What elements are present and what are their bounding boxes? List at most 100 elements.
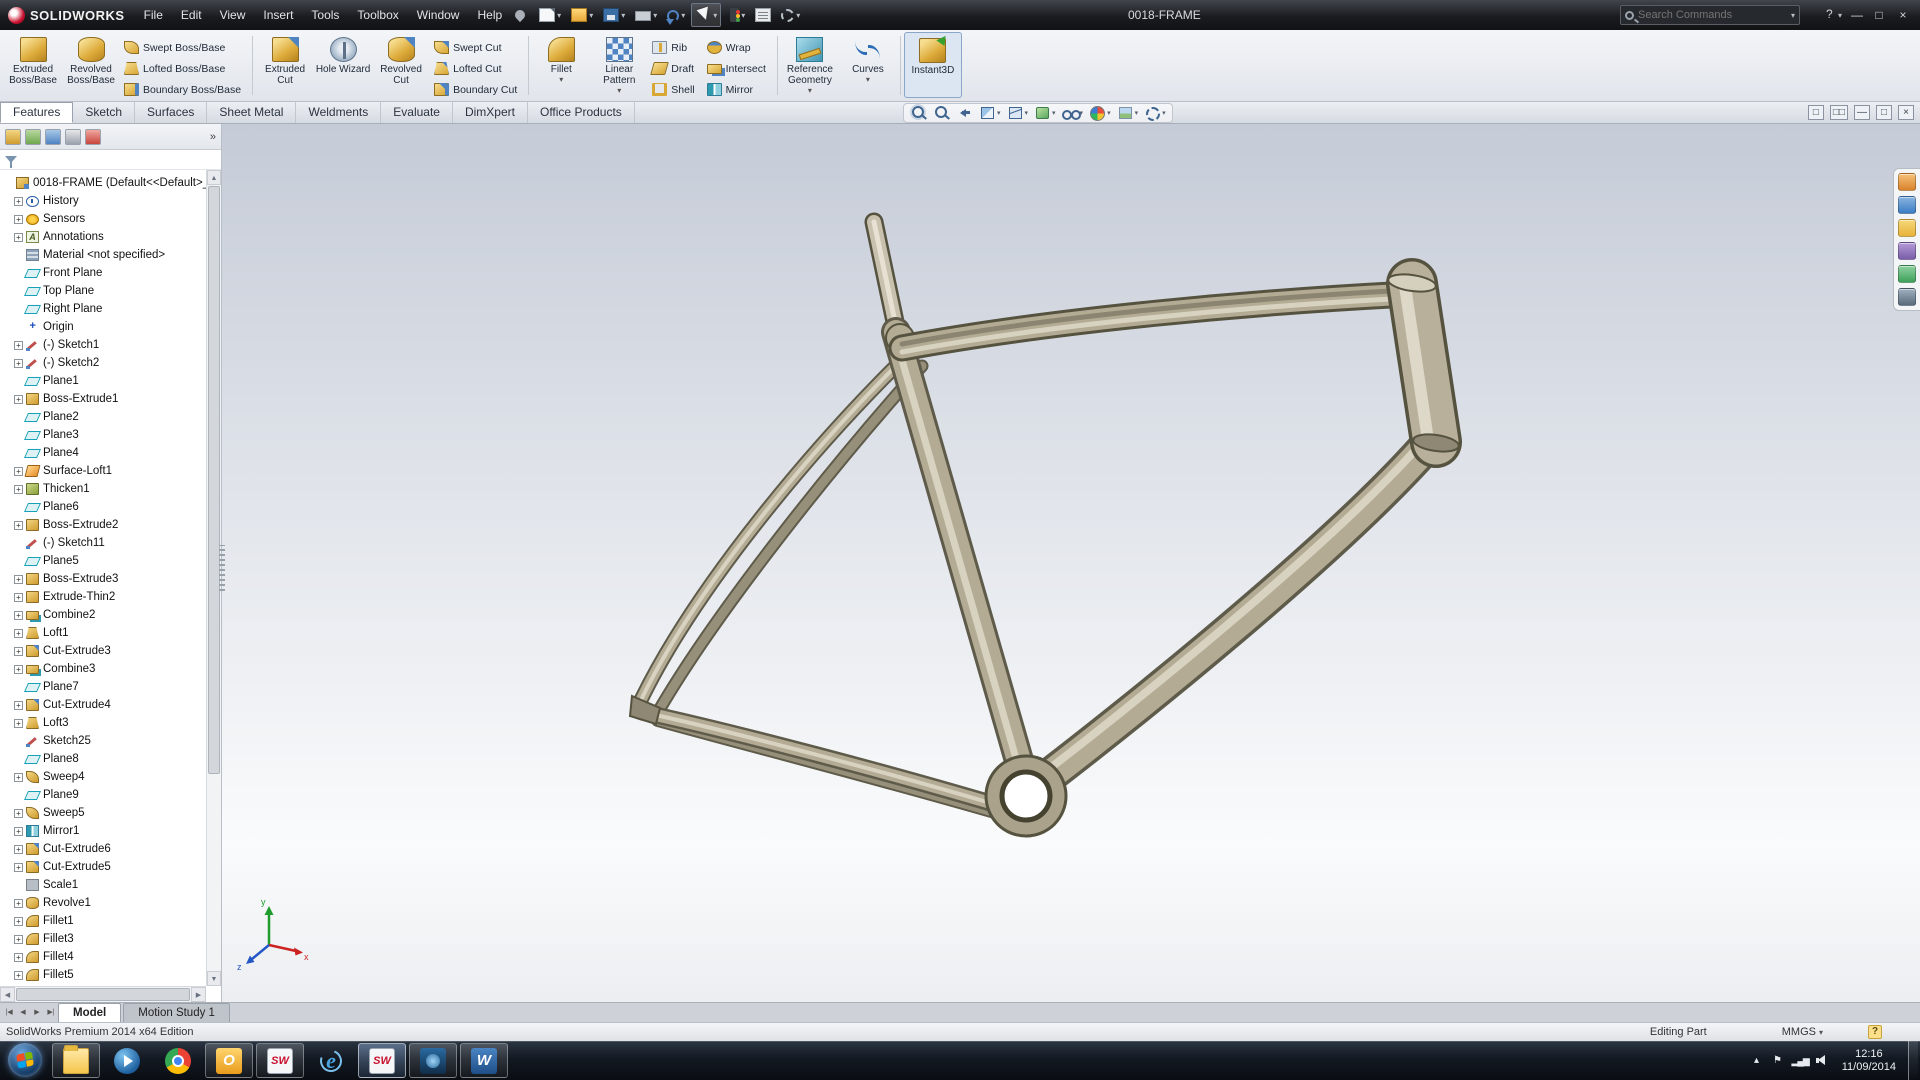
rebuild-button[interactable]: ▾ xyxy=(723,3,749,27)
expander-icon[interactable]: + xyxy=(14,215,23,224)
tree-item-boss-extrude1[interactable]: +Boss-Extrude1 xyxy=(0,390,206,408)
menu-help[interactable]: Help xyxy=(468,0,511,30)
model-tab-scroll-2[interactable]: ▶ xyxy=(30,1005,44,1021)
tree-item-history[interactable]: +History xyxy=(0,192,206,210)
doc-tile-button[interactable]: □□ xyxy=(1830,105,1848,120)
display-style-button[interactable]: ▾ xyxy=(1032,104,1058,122)
tree-item-sketch1[interactable]: +(-) Sketch1 xyxy=(0,336,206,354)
scrollbar-thumb[interactable] xyxy=(208,186,220,774)
tree-item-plane1[interactable]: Plane1 xyxy=(0,372,206,390)
dropdown-caret-icon[interactable]: ▾ xyxy=(1107,109,1111,117)
menu-file[interactable]: File xyxy=(135,0,172,30)
reference-geometry-button[interactable]: Reference Geometry ▾ xyxy=(781,32,839,98)
tree-item-annotations[interactable]: +Annotations xyxy=(0,228,206,246)
expander-icon[interactable]: + xyxy=(14,521,23,530)
search-input[interactable] xyxy=(1638,9,1785,21)
tree-item-thicken1[interactable]: +Thicken1 xyxy=(0,480,206,498)
expander-icon[interactable]: + xyxy=(14,665,23,674)
tree-item-right-plane[interactable]: Right Plane xyxy=(0,300,206,318)
show-desktop-button[interactable] xyxy=(1908,1041,1918,1080)
search-commands-box[interactable]: ▾ xyxy=(1620,5,1800,25)
view-orientation-button[interactable]: ▾ xyxy=(1005,104,1031,122)
help-button[interactable]: ? ▾ xyxy=(1826,0,1842,31)
tree-item-plane2[interactable]: Plane2 xyxy=(0,408,206,426)
dropdown-caret-icon[interactable]: ▾ xyxy=(1135,109,1139,117)
new-document-button[interactable]: ▾ xyxy=(535,3,565,27)
expander-icon[interactable]: + xyxy=(14,935,23,944)
undo-button[interactable]: ▾ xyxy=(663,3,689,27)
expander-icon[interactable]: + xyxy=(14,899,23,908)
scroll-up-icon[interactable]: ▲ xyxy=(207,170,221,185)
tree-item-plane6[interactable]: Plane6 xyxy=(0,498,206,516)
show-hidden-icons-icon[interactable]: ▴ xyxy=(1750,1053,1764,1069)
dimxpertmanager-tab-icon[interactable] xyxy=(65,129,81,145)
intersect-button[interactable]: Intersect xyxy=(703,58,774,79)
menu-edit[interactable]: Edit xyxy=(172,0,211,30)
tab-evaluate[interactable]: Evaluate xyxy=(381,102,453,123)
model-tab-scroll-1[interactable]: ◀ xyxy=(16,1005,30,1021)
filter-funnel-icon[interactable] xyxy=(5,156,17,163)
dropdown-caret-icon[interactable]: ▾ xyxy=(713,11,717,20)
zoom-to-area-button[interactable] xyxy=(931,104,952,122)
tree-item-loft3[interactable]: +Loft3 xyxy=(0,714,206,732)
tree-item-cut-extrude5[interactable]: +Cut-Extrude5 xyxy=(0,858,206,876)
tree-item-boss-extrude3[interactable]: +Boss-Extrude3 xyxy=(0,570,206,588)
tree-item-front-plane[interactable]: Front Plane xyxy=(0,264,206,282)
action-center-icon[interactable]: ⚑ xyxy=(1771,1053,1785,1069)
lofted-boss-base-button[interactable]: Lofted Boss/Base xyxy=(120,58,249,79)
model-tab-scroll-3[interactable]: ▶| xyxy=(44,1005,58,1021)
swept-cut-button[interactable]: Swept Cut xyxy=(430,37,525,58)
status-help-icon[interactable]: ? xyxy=(1868,1025,1882,1039)
tab-weldments[interactable]: Weldments xyxy=(296,102,381,123)
expander-icon[interactable]: + xyxy=(14,953,23,962)
media-center-taskbar-button[interactable] xyxy=(409,1043,457,1078)
model-tab-motion-study-1[interactable]: Motion Study 1 xyxy=(123,1003,230,1022)
tree-item-cut-extrude4[interactable]: +Cut-Extrude4 xyxy=(0,696,206,714)
tree-item-boss-extrude2[interactable]: +Boss-Extrude2 xyxy=(0,516,206,534)
design-library-icon[interactable] xyxy=(1898,196,1916,214)
tree-item-extrude-thin2[interactable]: +Extrude-Thin2 xyxy=(0,588,206,606)
tree-item-material-not-specified[interactable]: Material <not specified> xyxy=(0,246,206,264)
doc-close-button[interactable]: × xyxy=(1898,105,1914,120)
tree-item-sweep5[interactable]: +Sweep5 xyxy=(0,804,206,822)
tree-item-fillet5[interactable]: +Fillet5 xyxy=(0,966,206,984)
solidworks-resources-icon[interactable] xyxy=(1898,173,1916,191)
swept-boss-base-button[interactable]: Swept Boss/Base xyxy=(120,37,249,58)
fillet-button[interactable]: Fillet ▾ xyxy=(532,32,590,98)
custom-properties-icon[interactable] xyxy=(1898,288,1916,306)
previous-view-button[interactable] xyxy=(954,104,975,122)
tree-item-plane7[interactable]: Plane7 xyxy=(0,678,206,696)
expander-icon[interactable]: + xyxy=(14,863,23,872)
expander-icon[interactable]: + xyxy=(14,197,23,206)
expander-icon[interactable]: + xyxy=(14,917,23,926)
file-explorer-icon[interactable] xyxy=(1898,219,1916,237)
rib-button[interactable]: Rib xyxy=(648,37,702,58)
dropdown-caret-icon[interactable]: ▾ xyxy=(653,11,657,20)
dropdown-caret-icon[interactable]: ▾ xyxy=(589,11,593,20)
expander-icon[interactable]: + xyxy=(14,773,23,782)
tree-root-item[interactable]: 0018-FRAME (Default<<Default>_D xyxy=(0,174,206,192)
expander-icon[interactable]: + xyxy=(14,467,23,476)
tree-item-cut-extrude6[interactable]: +Cut-Extrude6 xyxy=(0,840,206,858)
extruded-cut-button[interactable]: Extruded Cut xyxy=(256,32,314,98)
view-palette-icon[interactable] xyxy=(1898,242,1916,260)
outlook-taskbar-button[interactable]: O xyxy=(205,1043,253,1078)
bottom-bracket[interactable] xyxy=(986,756,1066,836)
expander-icon[interactable]: + xyxy=(14,395,23,404)
menu-tools[interactable]: Tools xyxy=(302,0,348,30)
menu-insert[interactable]: Insert xyxy=(254,0,302,30)
appearances-scenes-icon[interactable] xyxy=(1898,265,1916,283)
tree-item-plane8[interactable]: Plane8 xyxy=(0,750,206,768)
tree-horizontal-scrollbar[interactable]: ◀ ▶ xyxy=(0,986,206,1002)
dropdown-caret-icon[interactable]: ▾ xyxy=(741,11,745,20)
scroll-right-icon[interactable]: ▶ xyxy=(191,987,206,1002)
dropdown-caret-icon[interactable]: ▾ xyxy=(557,11,561,20)
expander-icon[interactable]: + xyxy=(14,575,23,584)
dropdown-caret-icon[interactable]: ▾ xyxy=(796,11,800,20)
expander-icon[interactable]: + xyxy=(14,629,23,638)
scroll-down-icon[interactable]: ▼ xyxy=(207,971,221,986)
extruded-boss-base-button[interactable]: Extruded Boss/Base xyxy=(4,32,62,98)
view-settings-button[interactable]: ▾ xyxy=(1142,104,1168,122)
tree-item-plane5[interactable]: Plane5 xyxy=(0,552,206,570)
featuremanager-tab-icon[interactable] xyxy=(5,129,21,145)
